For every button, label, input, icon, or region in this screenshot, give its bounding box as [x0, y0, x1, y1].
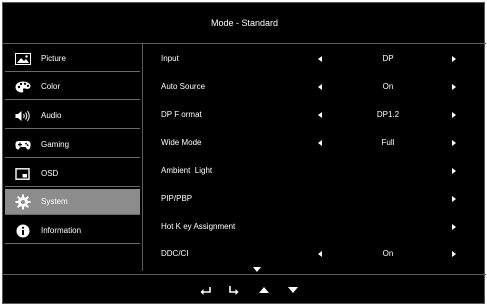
sidebar-item-label: Audio	[41, 111, 62, 120]
setting-value: On	[382, 249, 394, 258]
sidebar-item-gaming[interactable]: Gaming	[5, 132, 140, 158]
sidebar-item-picture[interactable]: Picture	[5, 46, 140, 72]
setting-label: PIP/PBP	[161, 194, 193, 203]
setting-row-input[interactable]: Input DP	[158, 45, 478, 73]
setting-label: Ambient Light	[161, 166, 213, 175]
setting-label: DP F ormat	[161, 110, 202, 119]
setting-row-ddc-ci[interactable]: DDC/CI On	[158, 240, 478, 268]
arrow-right-icon[interactable]	[452, 112, 456, 118]
sidebar-item-audio[interactable]: Audio	[5, 103, 140, 129]
setting-row-pip-pbp[interactable]: PIP/PBP	[158, 185, 478, 213]
setting-row-wide-mode[interactable]: Wide Mode Full	[158, 129, 478, 157]
setting-label: Wide Mode	[161, 138, 202, 147]
setting-row-ambient-light[interactable]: Ambient Light	[158, 157, 478, 185]
osd-frame: Mode - Standard Picture Color Audio Gami…	[2, 2, 486, 305]
setting-value: On	[382, 82, 394, 91]
sidebar-item-label: System	[41, 197, 68, 206]
osd-title: Mode - Standard	[210, 18, 279, 28]
setting-value: DP1.2	[376, 110, 400, 119]
picture-icon	[13, 51, 33, 67]
arrow-right-icon[interactable]	[452, 140, 456, 146]
setting-value: Full	[381, 138, 395, 147]
gamepad-icon	[13, 137, 33, 153]
arrow-right-icon[interactable]	[452, 168, 456, 174]
sidebar-divider	[142, 44, 143, 271]
setting-row-dp-format[interactable]: DP F ormat DP1.2	[158, 101, 478, 129]
arrow-right-icon[interactable]	[452, 224, 456, 230]
back-icon[interactable]	[198, 284, 212, 296]
arrow-right-icon[interactable]	[452, 56, 456, 62]
sidebar-item-label: Information	[41, 226, 82, 235]
setting-label: DDC/CI	[161, 249, 189, 258]
osd-window-icon	[13, 166, 33, 182]
arrow-left-icon[interactable]	[318, 56, 322, 62]
sidebar-item-label: Color	[41, 82, 61, 91]
setting-label: Auto Source	[161, 82, 206, 91]
sidebar-item-label: OSD	[41, 169, 59, 178]
setting-value: DP	[382, 54, 394, 63]
palette-icon	[13, 79, 33, 95]
sidebar-item-label: Picture	[41, 54, 66, 63]
arrow-left-icon[interactable]	[318, 112, 322, 118]
arrow-right-icon[interactable]	[452, 251, 456, 257]
gear-icon	[13, 194, 33, 210]
setting-row-auto-source[interactable]: Auto Source On	[158, 73, 478, 101]
setting-label: Input	[161, 54, 179, 63]
setting-row-hot-key-assignment[interactable]: Hot K ey Assignment	[158, 213, 478, 241]
arrow-right-icon[interactable]	[452, 196, 456, 202]
sidebar-item-information[interactable]: Information	[5, 218, 140, 244]
speaker-icon	[13, 108, 33, 124]
sidebar-item-osd[interactable]: OSD	[5, 161, 140, 187]
enter-icon[interactable]	[227, 284, 241, 296]
down-icon[interactable]	[286, 284, 300, 296]
setting-label: Hot K ey Assignment	[161, 222, 236, 231]
up-icon[interactable]	[257, 284, 271, 296]
sidebar-item-system[interactable]: System	[5, 189, 140, 215]
arrow-left-icon[interactable]	[318, 84, 322, 90]
arrow-right-icon[interactable]	[452, 84, 456, 90]
arrow-left-icon[interactable]	[318, 140, 322, 146]
sidebar-item-label: Gaming	[41, 140, 70, 149]
footer-button-bar	[3, 275, 486, 305]
scroll-down-icon[interactable]	[253, 267, 261, 272]
arrow-left-icon[interactable]	[318, 251, 322, 257]
monitor-osd: Mode - Standard Picture Color Audio Gami…	[0, 0, 487, 306]
sidebar-item-color[interactable]: Color	[5, 74, 140, 100]
title-divider	[3, 43, 486, 44]
info-icon	[13, 223, 33, 239]
